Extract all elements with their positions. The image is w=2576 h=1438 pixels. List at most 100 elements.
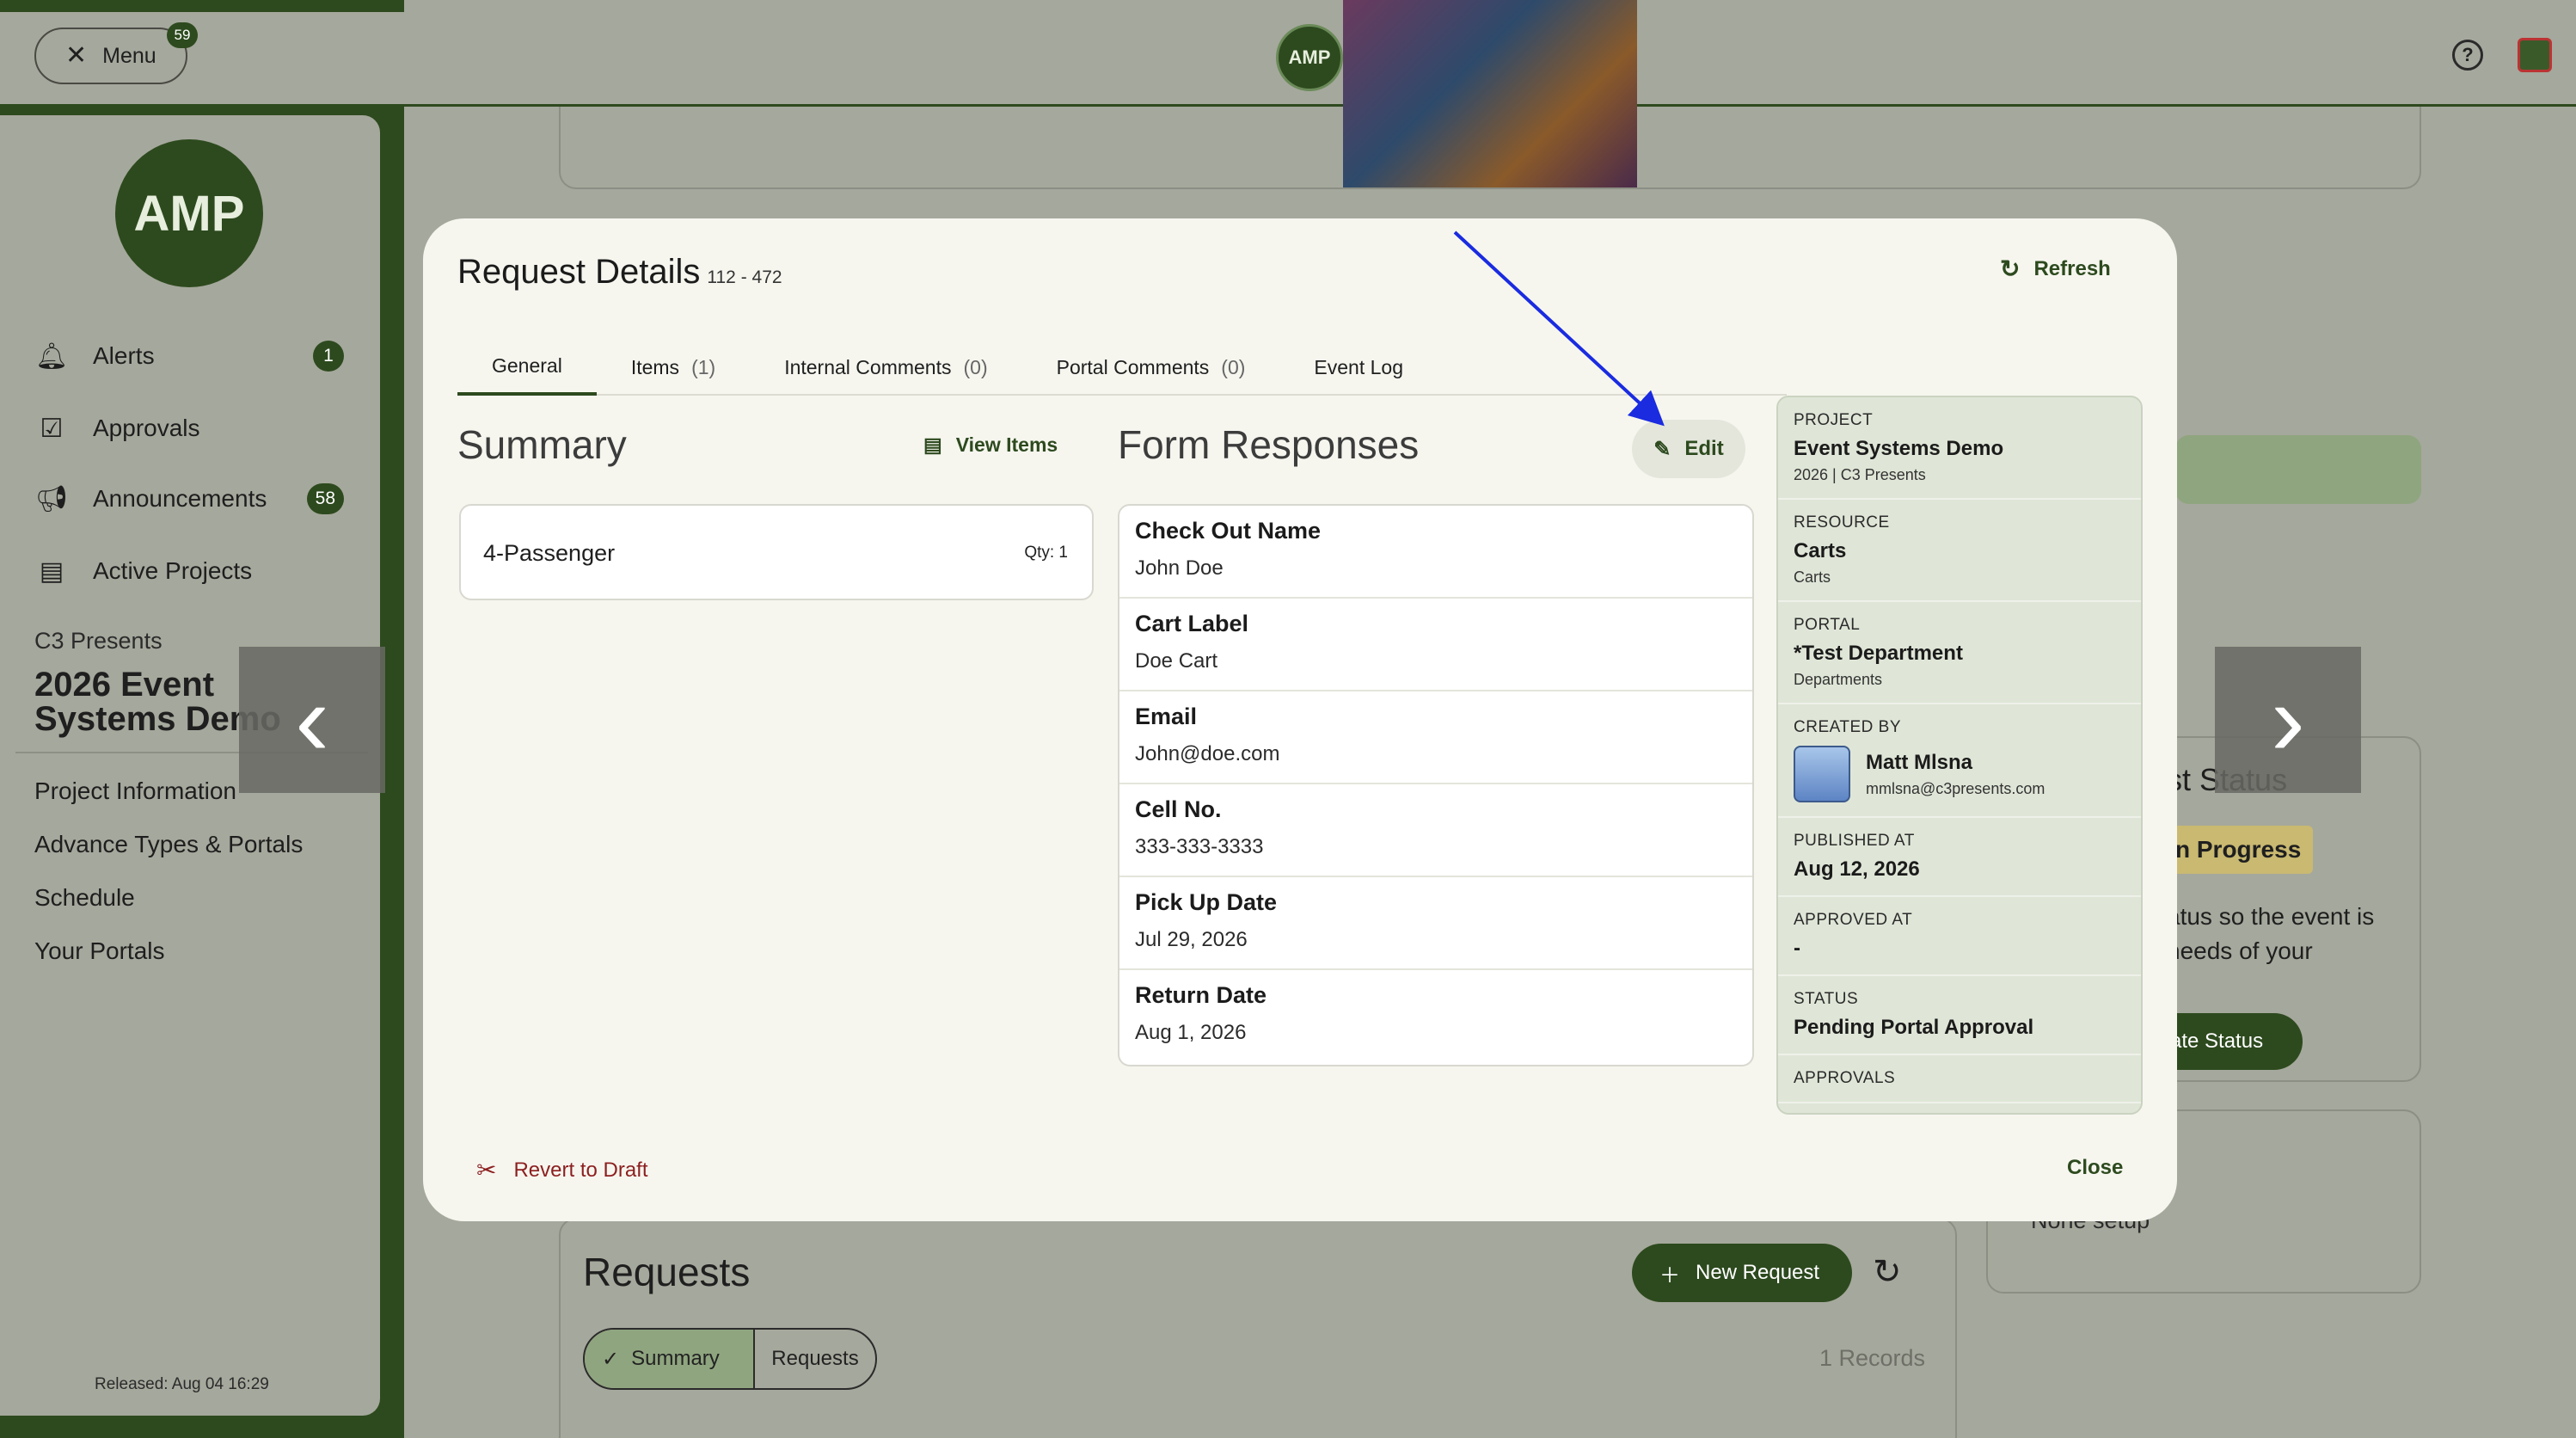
refresh-button[interactable]: ↻ Refresh — [2000, 255, 2111, 283]
sidebar-link-project-information[interactable]: Project Information — [34, 777, 236, 805]
tab-general[interactable]: General — [457, 339, 597, 396]
close-button[interactable]: Close — [2067, 1156, 2123, 1180]
field-label: Cell No. — [1135, 796, 1222, 822]
tab-label: General — [492, 353, 562, 377]
summary-heading: Summary — [457, 422, 627, 467]
form-responses-heading: Form Responses — [1118, 422, 1420, 467]
plus-icon: ＋ — [1659, 1263, 1680, 1287]
refresh-label: Refresh — [2033, 256, 2111, 280]
tab-count: (0) — [1221, 355, 1246, 378]
info-approved-at: APPROVED AT - — [1778, 897, 2141, 976]
tab-label: Portal Comments — [1056, 355, 1210, 378]
sidebar-item-label: Alerts — [93, 342, 155, 369]
info-subtext: Departments — [1794, 671, 1883, 688]
tab-count: (0) — [963, 355, 988, 378]
info-subtext: Carts — [1794, 568, 1831, 586]
form-row: Return Date Aug 1, 2026 — [1119, 970, 1752, 1063]
revert-to-draft-button[interactable]: ✂ Revert to Draft — [476, 1156, 648, 1184]
info-approvals: APPROVALS — [1778, 1055, 2141, 1103]
carousel-next-button[interactable]: › — [2215, 647, 2361, 793]
sidebar-link-advance-types[interactable]: Advance Types & Portals — [34, 831, 303, 858]
info-caption: CREATED BY — [1794, 718, 1902, 736]
edit-button[interactable]: ✎ Edit — [1632, 420, 1745, 478]
field-value: 333-333-3333 — [1135, 835, 1264, 858]
menu-label: Menu — [102, 43, 156, 68]
clipboard-check-icon: ☑ — [40, 414, 64, 443]
segment-summary-label: Summary — [631, 1347, 720, 1370]
item-quantity: Qty: 1 — [1024, 544, 1068, 562]
form-row: Email John@doe.com — [1119, 691, 1752, 784]
field-label: Check Out Name — [1135, 518, 1322, 544]
carousel-prev-button[interactable]: ‹ — [239, 647, 385, 793]
app-logo[interactable]: AMP — [1276, 24, 1343, 91]
tab-label: Internal Comments — [784, 355, 952, 378]
info-caption: PROJECT — [1794, 411, 1874, 429]
help-icon[interactable]: ? — [2452, 40, 2483, 71]
top-bar: ✕ Menu 59 AMP ? — [0, 0, 2576, 107]
modal-title: Request Details 112 - 472 — [457, 253, 782, 292]
close-icon: ✕ — [65, 41, 88, 70]
menu-button[interactable]: ✕ Menu — [34, 28, 187, 84]
form-responses-card: Check Out Name John Doe Cart Label Doe C… — [1118, 504, 1754, 1066]
field-label: Pick Up Date — [1135, 889, 1278, 915]
tab-label: Items — [630, 355, 680, 378]
background-info-bar — [2175, 435, 2421, 504]
segment-summary[interactable]: ✓ Summary — [585, 1330, 755, 1388]
tab-portal-comments[interactable]: Portal Comments (0) — [1022, 339, 1280, 396]
tab-items[interactable]: Items (1) — [597, 339, 750, 396]
info-value: Carts — [1794, 539, 1847, 562]
pencil-icon: ✎ — [1653, 437, 1671, 461]
view-items-label: View Items — [955, 433, 1058, 456]
records-count: 1 Records — [1819, 1345, 1926, 1371]
info-resource: RESOURCE Carts Carts — [1778, 500, 2141, 602]
tab-internal-comments[interactable]: Internal Comments (0) — [750, 339, 1021, 396]
new-request-label: New Request — [1696, 1261, 1820, 1284]
list-item[interactable]: 4-Passenger Qty: 1 — [459, 504, 1094, 600]
sidebar-item-announcements[interactable]: 📢︎ Announcements 58 — [34, 475, 353, 523]
new-request-button[interactable]: ＋ New Request — [1632, 1244, 1852, 1302]
field-value: John Doe — [1135, 556, 1224, 580]
status-description: atus so the event is needs of your — [2167, 903, 2375, 964]
request-id: 112 - 472 — [707, 267, 782, 287]
sidebar-item-active-projects[interactable]: ▤ Active Projects — [34, 547, 353, 595]
sidebar-logo[interactable]: AMP — [115, 139, 263, 287]
sidebar-link-schedule[interactable]: Schedule — [34, 884, 135, 912]
sidebar-item-label: Approvals — [93, 415, 200, 441]
request-info-panel[interactable]: PROJECT Event Systems Demo 2026 | C3 Pre… — [1776, 396, 2143, 1115]
revert-icon: ✂ — [476, 1157, 497, 1183]
info-published-at: PUBLISHED AT Aug 12, 2026 — [1778, 818, 2141, 897]
projects-icon: ▤ — [39, 556, 64, 586]
tab-event-log[interactable]: Event Log — [1279, 339, 1438, 396]
form-row: Check Out Name John Doe — [1119, 506, 1752, 599]
creator-email: mmlsna@c3presents.com — [1866, 779, 2045, 797]
release-info: Released: Aug 04 16:29 — [95, 1375, 269, 1393]
modal-tabs: General Items (1) Internal Comments (0) Po… — [457, 339, 1787, 396]
alerts-count-badge: 1 — [313, 341, 344, 372]
status-badge: n Progress — [2158, 826, 2313, 874]
sidebar-item-alerts[interactable]: 🔔︎ Alerts 1 — [34, 332, 353, 380]
sidebar-link-your-portals[interactable]: Your Portals — [34, 937, 165, 965]
refresh-icon: ↻ — [2000, 255, 2021, 282]
info-caption: STATUS — [1794, 990, 1859, 1008]
banner-card — [559, 107, 2421, 189]
chevron-left-icon: ‹ — [295, 662, 329, 777]
info-value: - — [1794, 937, 1800, 960]
segment-requests[interactable]: Requests — [755, 1330, 875, 1388]
tab-label: Event Log — [1314, 355, 1404, 378]
sidebar-item-approvals[interactable]: ☑ Approvals — [34, 404, 353, 452]
info-project: PROJECT Event Systems Demo 2026 | C3 Pre… — [1778, 397, 2141, 500]
info-value: Aug 12, 2026 — [1794, 857, 1920, 881]
info-caption: PUBLISHED AT — [1794, 832, 1915, 850]
info-value: Event Systems Demo — [1794, 437, 2004, 460]
menu-badge: 59 — [167, 22, 198, 48]
requests-title: Requests — [583, 1250, 751, 1294]
refresh-requests-icon[interactable]: ↻ — [1873, 1252, 1902, 1292]
announcements-count-badge: 58 — [306, 483, 344, 514]
field-label: Return Date — [1135, 982, 1267, 1008]
user-avatar[interactable] — [2518, 38, 2552, 72]
table-icon: ▤ — [923, 433, 942, 456]
view-items-button[interactable]: ▤ View Items — [923, 433, 1058, 457]
info-caption: RESOURCE — [1794, 513, 1890, 532]
creator: Matt Mlsna mmlsna@c3presents.com — [1794, 746, 2125, 802]
request-details-modal: Request Details 112 - 472 ↻ Refresh Gener… — [423, 218, 2177, 1221]
